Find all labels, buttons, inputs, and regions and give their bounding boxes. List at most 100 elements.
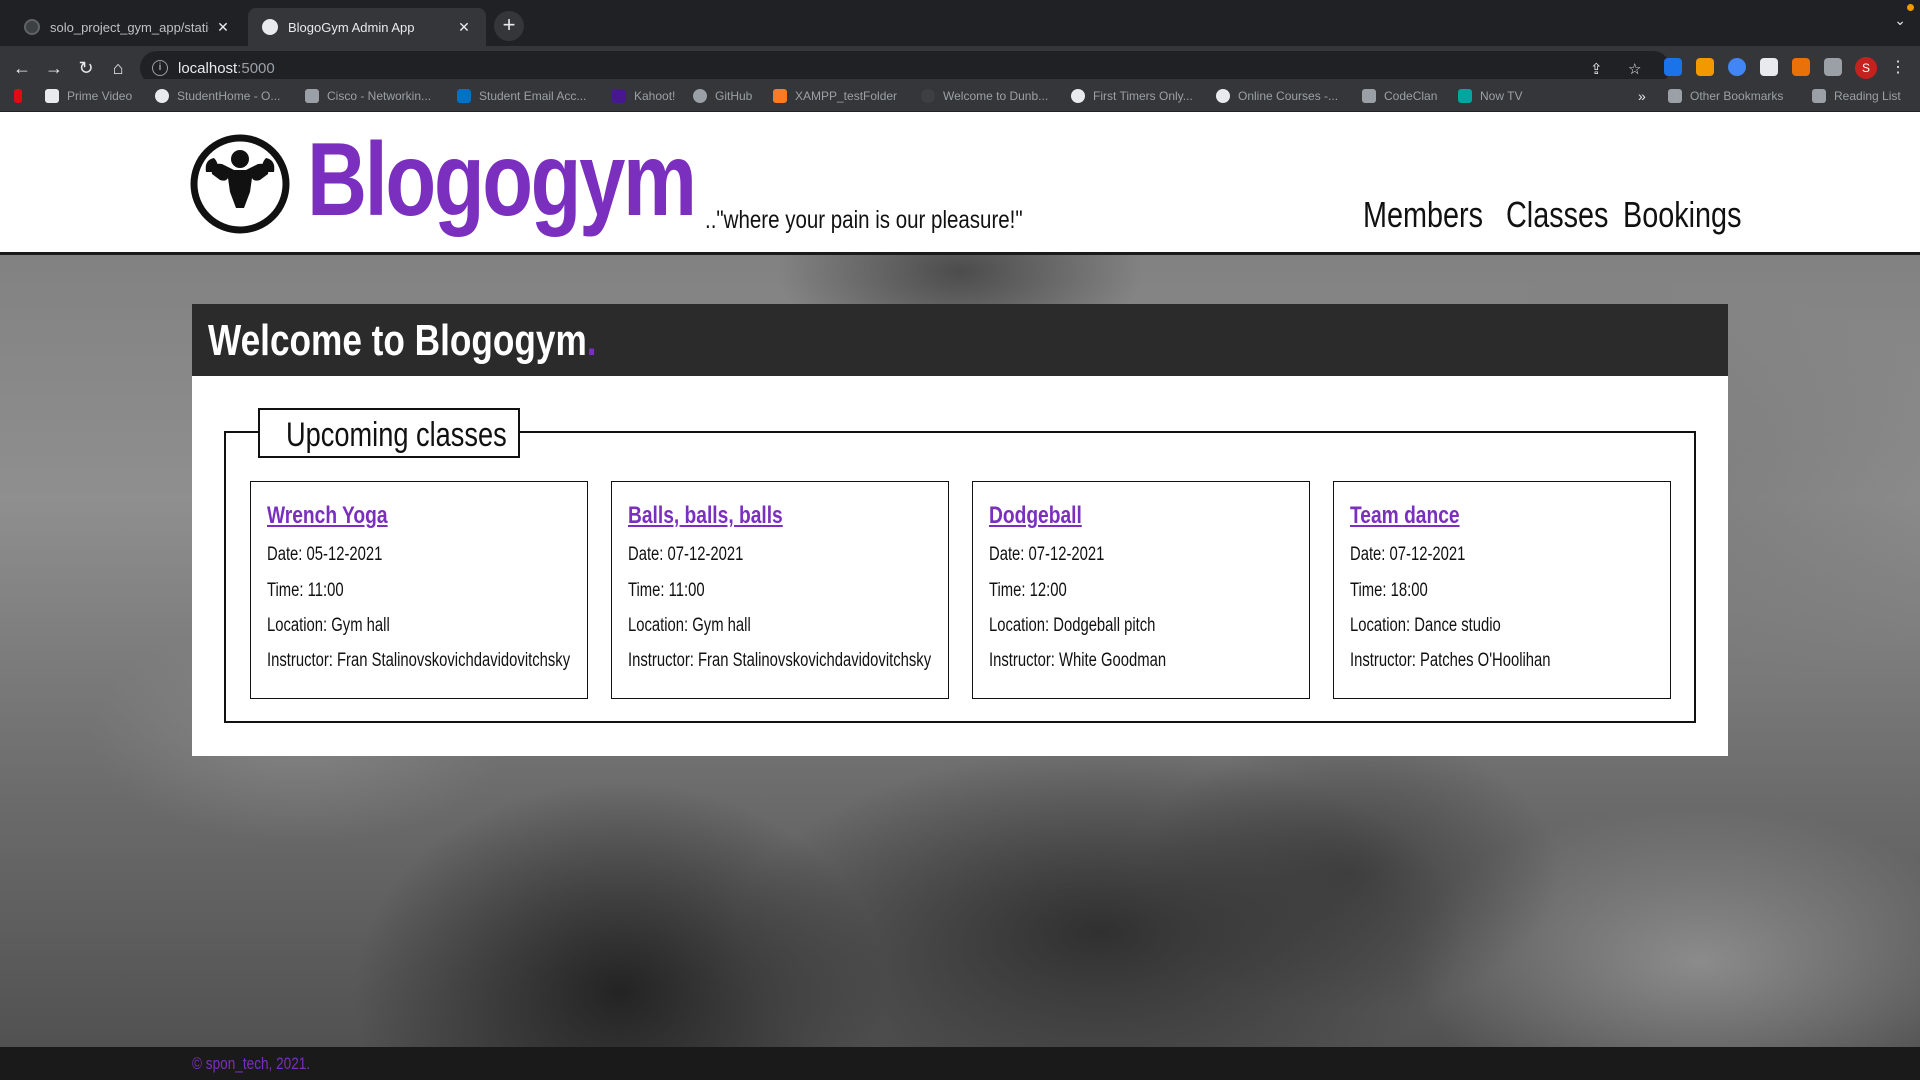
- star-icon[interactable]: ☆: [1628, 60, 1641, 78]
- nav-bookings[interactable]: Bookings: [1623, 194, 1741, 236]
- reading-list[interactable]: Reading List: [1812, 79, 1901, 112]
- class-date: Date: 07-12-2021: [628, 544, 744, 565]
- info-icon[interactable]: i: [152, 60, 168, 76]
- extension-icon[interactable]: [1728, 58, 1746, 76]
- class-name-link[interactable]: Team dance: [1350, 502, 1460, 530]
- page-title: Welcome to Blogogym.: [208, 316, 597, 366]
- bookmark-item[interactable]: Cisco - Networkin...: [305, 79, 431, 112]
- class-time: Time: 18:00: [1350, 580, 1428, 601]
- bookmark-label: Other Bookmarks: [1690, 88, 1784, 103]
- site-footer: © spon_tech, 2021.: [0, 1047, 1920, 1080]
- bookmark-item[interactable]: Kahoot!: [612, 79, 675, 112]
- back-icon[interactable]: ←: [10, 56, 34, 80]
- bookmark-item[interactable]: Now TV: [1458, 79, 1522, 112]
- reload-icon[interactable]: ↻: [74, 56, 98, 80]
- bookmark-label: First Timers Only...: [1093, 88, 1193, 103]
- bookmark-label: Student Email Acc...: [479, 88, 587, 103]
- class-instructor: Instructor: Patches O'Hoolihan: [1350, 650, 1551, 671]
- close-icon[interactable]: ✕: [215, 19, 231, 36]
- bookmark-item[interactable]: Online Courses -...: [1216, 79, 1338, 112]
- reading-list-icon: [1812, 88, 1826, 103]
- bookmark-item[interactable]: Prime Video: [45, 79, 132, 112]
- bookmark-label: GitHub: [715, 88, 753, 103]
- bookmark-item[interactable]: GitHub: [693, 79, 752, 112]
- welcome-text: Welcome to Blogogym: [208, 316, 587, 365]
- bookmark-item[interactable]: XAMPP_testFolder: [773, 79, 897, 112]
- page-viewport: Blogogym .."where your pain is our pleas…: [0, 112, 1920, 1080]
- class-instructor: Instructor: White Goodman: [989, 650, 1167, 671]
- class-date: Date: 07-12-2021: [989, 544, 1105, 565]
- brand-title[interactable]: Blogogym: [307, 118, 697, 243]
- nav-members[interactable]: Members: [1363, 194, 1483, 236]
- class-name-link[interactable]: Wrench Yoga: [267, 502, 388, 530]
- bookmark-label: Cisco - Networkin...: [327, 88, 432, 103]
- class-name-link[interactable]: Dodgeball: [989, 502, 1082, 530]
- site-header: Blogogym .."where your pain is our pleas…: [0, 112, 1920, 255]
- class-time: Time: 12:00: [989, 580, 1067, 601]
- tagline: .."where your pain is our pleasure!": [705, 206, 1023, 234]
- bookmark-label: Prime Video: [67, 88, 133, 103]
- browser-tab-0[interactable]: solo_project_gym_app/static a ✕: [10, 8, 245, 46]
- class-card: Balls, balls, balls Date: 07-12-2021 Tim…: [611, 481, 949, 699]
- puzzle-icon[interactable]: [1824, 58, 1842, 76]
- dunbar-icon: [921, 88, 935, 103]
- github-icon: [24, 19, 40, 35]
- class-instructor: Instructor: Fran Stalinovskovichdavidovi…: [628, 650, 932, 671]
- menu-icon[interactable]: ⋮: [1890, 57, 1906, 77]
- metamask-icon[interactable]: [1792, 58, 1810, 76]
- class-name-link[interactable]: Balls, balls, balls: [628, 502, 783, 530]
- netflix-icon: [14, 88, 22, 103]
- forward-icon[interactable]: →: [42, 56, 66, 80]
- bookmark-item[interactable]: CodeClan: [1362, 79, 1437, 112]
- bookmark-item[interactable]: Student Email Acc...: [457, 79, 586, 112]
- folder-icon: [1668, 88, 1682, 103]
- globe-icon: [155, 88, 169, 103]
- bookmarks-bar: Prime Video StudentHome - O... Cisco - N…: [0, 79, 1920, 112]
- amazon-icon: [45, 88, 59, 103]
- class-card: Wrench Yoga Date: 05-12-2021 Time: 11:00…: [250, 481, 588, 699]
- extension-icon[interactable]: [1760, 58, 1778, 76]
- profile-avatar[interactable]: S: [1855, 57, 1877, 79]
- nowtv-icon: [1458, 88, 1472, 103]
- home-icon[interactable]: ⌂: [106, 56, 130, 80]
- xampp-icon: [773, 88, 787, 103]
- notification-dot: [1907, 4, 1914, 11]
- extension-icon[interactable]: [1664, 58, 1682, 76]
- bookmark-label: Reading List: [1834, 88, 1901, 103]
- kahoot-icon: [612, 88, 626, 103]
- upcoming-classes-heading: Upcoming classes: [258, 408, 520, 458]
- bookmark-label: StudentHome - O...: [177, 88, 281, 103]
- nav-classes[interactable]: Classes: [1506, 194, 1608, 236]
- browser-tabstrip: solo_project_gym_app/static a ✕ BlogoGym…: [0, 0, 1920, 46]
- welcome-dot: .: [586, 316, 597, 365]
- close-icon[interactable]: ✕: [456, 19, 472, 36]
- cisco-icon: [305, 88, 319, 103]
- rss-icon[interactable]: [1696, 58, 1714, 76]
- bookmark-item[interactable]: First Timers Only...: [1071, 79, 1193, 112]
- copyright-text: © spon_tech, 2021.: [192, 1054, 311, 1073]
- bookmark-label: CodeClan: [1384, 88, 1438, 103]
- bookmark-netflix[interactable]: [14, 79, 30, 112]
- class-card: Team dance Date: 07-12-2021 Time: 18:00 …: [1333, 481, 1671, 699]
- chevron-down-icon[interactable]: ⌄: [1894, 12, 1906, 29]
- class-location: Location: Dance studio: [1350, 615, 1501, 636]
- class-location: Location: Gym hall: [628, 615, 751, 636]
- udemy-icon: [1216, 88, 1230, 103]
- new-tab-button[interactable]: +: [494, 11, 524, 41]
- bookmarks-overflow-button[interactable]: »: [1638, 79, 1646, 112]
- tab-title: BlogoGym Admin App: [288, 19, 415, 35]
- bookmark-item[interactable]: StudentHome - O...: [155, 79, 280, 112]
- other-bookmarks[interactable]: Other Bookmarks: [1668, 79, 1783, 112]
- bookmark-label: Welcome to Dunb...: [943, 88, 1049, 103]
- globe-icon: [262, 19, 278, 35]
- share-icon[interactable]: ⇪: [1590, 60, 1603, 78]
- class-date: Date: 05-12-2021: [267, 544, 383, 565]
- browser-tab-1[interactable]: BlogoGym Admin App ✕: [248, 8, 486, 46]
- github-icon: [693, 88, 707, 103]
- outlook-icon: [457, 88, 471, 103]
- strongman-logo-icon[interactable]: [190, 134, 290, 234]
- bookmark-item[interactable]: Welcome to Dunb...: [921, 79, 1048, 112]
- bookmark-label: XAMPP_testFolder: [795, 88, 898, 103]
- bookmark-label: Online Courses -...: [1238, 88, 1339, 103]
- class-location: Location: Dodgeball pitch: [989, 615, 1156, 636]
